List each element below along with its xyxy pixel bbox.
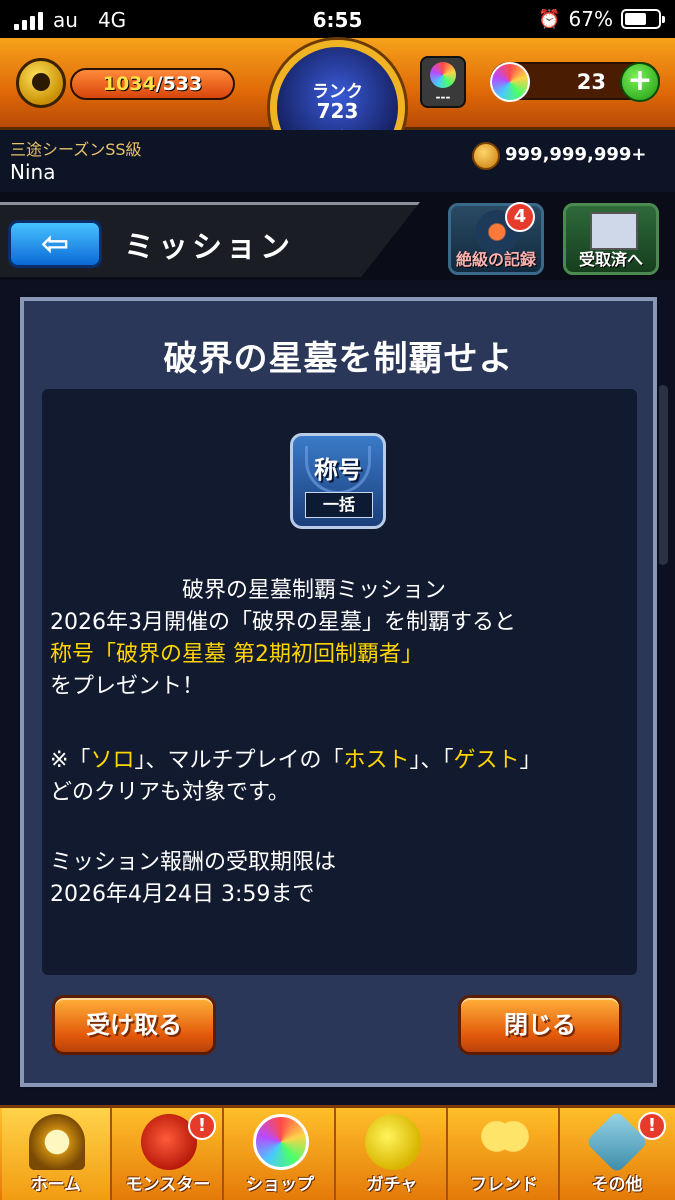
- badge-main-text: 称号: [314, 456, 362, 484]
- note-line-1: ※「ソロ」、マルチプレイの「ホスト」、「ゲスト」: [50, 748, 542, 773]
- orb-icon: [490, 62, 530, 102]
- mission-header: ⇦ ミッション: [0, 202, 420, 277]
- orb-count: 23: [576, 70, 606, 94]
- nav-friend-label: フレンド: [470, 1175, 538, 1195]
- close-button[interactable]: 閉じる: [458, 995, 622, 1055]
- back-button[interactable]: ⇦: [8, 220, 102, 268]
- note-line-2: どのクリアも対象です。: [50, 780, 290, 805]
- nav-gacha-label: ガチャ: [366, 1175, 418, 1195]
- nav-gacha[interactable]: ガチャ: [338, 1108, 448, 1200]
- rank-value: 723: [316, 99, 359, 123]
- desc-line-3: 称号「破界の星墓 第2期初回制覇者」: [50, 642, 423, 667]
- carrier-name: au: [53, 8, 78, 32]
- coin-icon: [472, 142, 500, 170]
- player-info-bar: 三途シーズンSS級 Nina 999,999,999+: [0, 130, 675, 192]
- nav-home[interactable]: ホーム: [2, 1108, 112, 1200]
- desc-line-1: 破界の星墓制覇ミッション: [181, 578, 446, 603]
- bottom-navigation: ホーム ! モンスター ショップ ガチャ フレンド ! その他: [0, 1105, 675, 1200]
- mission-note: ※「ソロ」、マルチプレイの「ホスト」、「ゲスト」 どのクリアも対象です。: [50, 745, 630, 809]
- deadline-info: ミッション報酬の受取期限は 2026年4月24日 3:59まで: [50, 847, 630, 911]
- scrollbar[interactable]: [658, 385, 668, 565]
- page-title: ミッション: [124, 230, 294, 265]
- back-arrow-icon: ⇦: [40, 224, 70, 264]
- title-reward-badge-icon: 称号 一括: [290, 433, 386, 529]
- stamina-max: /533: [155, 73, 203, 95]
- stamina-gauge[interactable]: 1034/533: [70, 68, 235, 100]
- nav-home-label: ホーム: [30, 1175, 82, 1195]
- receive-button[interactable]: 受け取る: [52, 995, 216, 1055]
- mission-description: 破界の星墓制覇ミッション 2026年3月開催の「破界の星墓」を制覇すると 称号「…: [50, 575, 630, 703]
- record-label: 絶級の記録: [455, 250, 536, 269]
- other-alert-badge: !: [638, 1112, 666, 1140]
- nav-shop[interactable]: ショップ: [226, 1108, 336, 1200]
- alarm-icon: ⏰: [538, 8, 561, 30]
- dialog-title: 破界の星墓を制覇せよ: [163, 339, 514, 379]
- stamina-current: 1034: [102, 73, 156, 95]
- received-list-button[interactable]: 受取済へ: [563, 203, 659, 275]
- nav-other[interactable]: ! その他: [562, 1108, 672, 1200]
- home-gate-icon: [29, 1114, 85, 1170]
- deadline-line-2: 2026年4月24日 3:59まで: [50, 882, 315, 907]
- friends-icon: [477, 1114, 533, 1170]
- lucky-capsule-icon[interactable]: ---: [420, 56, 466, 108]
- player-title: 三途シーズンSS級: [10, 140, 142, 159]
- deadline-line-1: ミッション報酬の受取期限は: [50, 850, 337, 875]
- nav-friend[interactable]: フレンド: [450, 1108, 560, 1200]
- orb-counter: 23 +: [490, 62, 660, 102]
- desc-line-2: 2026年3月開催の「破界の星墓」を制覇すると: [50, 610, 516, 635]
- signal-strength-icon: [14, 10, 43, 30]
- record-button[interactable]: 4 絶級の記録: [448, 202, 544, 275]
- book-icon: [590, 212, 638, 250]
- player-name: Nina: [10, 160, 56, 184]
- received-label: 受取済へ: [578, 250, 643, 269]
- nav-other-label: その他: [591, 1175, 643, 1195]
- battery-icon: [621, 9, 665, 29]
- desc-line-4: をプレゼント！: [50, 674, 205, 699]
- nav-monster[interactable]: ! モンスター: [114, 1108, 224, 1200]
- stamina-icon: [16, 58, 66, 108]
- battery-percent: 67%: [568, 7, 613, 31]
- rainbow-orb-icon: [253, 1114, 309, 1170]
- record-count-badge: 4: [505, 202, 535, 232]
- badge-sub-text: 一括: [305, 492, 373, 518]
- monster-alert-badge: !: [188, 1112, 216, 1140]
- add-orb-button[interactable]: +: [620, 62, 660, 102]
- lucky-value: ---: [435, 90, 451, 104]
- nav-monster-label: モンスター: [125, 1175, 211, 1195]
- network-type: 4G: [97, 8, 127, 32]
- nav-shop-label: ショップ: [246, 1175, 314, 1195]
- coin-count: 999,999,999+: [505, 144, 647, 165]
- status-bar: au 4G 6:55 ⏰ 67%: [0, 0, 675, 38]
- gacha-bird-icon: [365, 1114, 421, 1170]
